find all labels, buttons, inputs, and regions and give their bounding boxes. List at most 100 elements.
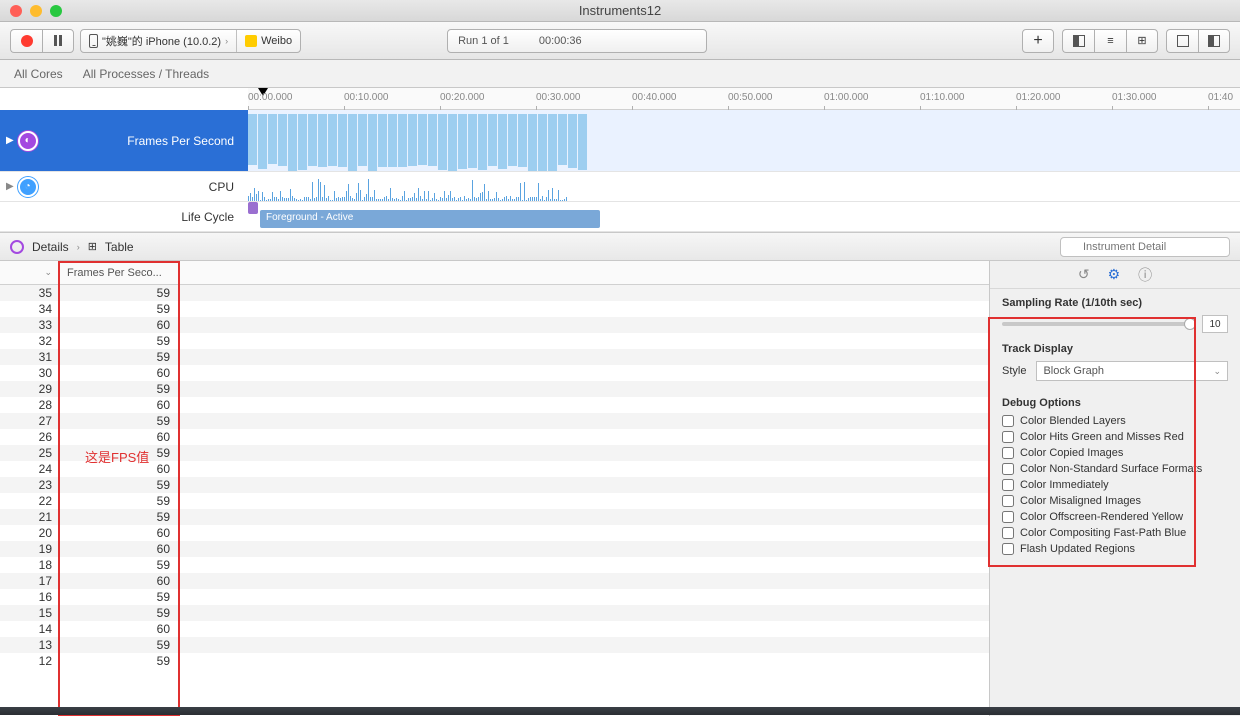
row-fps: 60: [58, 430, 178, 444]
table-row[interactable]: 3559: [0, 285, 989, 301]
table-row[interactable]: 1259: [0, 653, 989, 669]
table-header: ⌄ Frames Per Seco...: [0, 261, 989, 285]
style-select[interactable]: Block Graph⌄: [1036, 361, 1228, 381]
row-fps: 60: [58, 398, 178, 412]
sampling-value[interactable]: 10: [1202, 315, 1228, 333]
checkbox[interactable]: [1002, 495, 1014, 507]
panel-left-icon[interactable]: [1166, 29, 1198, 53]
close-icon[interactable]: [10, 5, 22, 17]
checkbox[interactable]: [1002, 543, 1014, 555]
checkbox[interactable]: [1002, 527, 1014, 539]
cpu-spike: [546, 197, 547, 201]
track-cpu[interactable]: ▶◔ CPU: [0, 172, 1240, 202]
table-row[interactable]: 1760: [0, 573, 989, 589]
checkbox[interactable]: [1002, 463, 1014, 475]
table-crumb[interactable]: Table: [105, 240, 134, 254]
table-row[interactable]: 2259: [0, 493, 989, 509]
fps-bar: [348, 114, 357, 171]
cpu-spike: [500, 200, 501, 201]
filter-processes[interactable]: All Processes / Threads: [83, 67, 210, 81]
cpu-spike: [264, 197, 265, 201]
debug-option[interactable]: Color Copied Images: [1002, 447, 1228, 459]
debug-option[interactable]: Color Offscreen-Rendered Yellow: [1002, 511, 1228, 523]
table-row[interactable]: 1359: [0, 637, 989, 653]
fps-bar: [538, 114, 547, 171]
table-row[interactable]: 1559: [0, 605, 989, 621]
view-list-icon[interactable]: ≡: [1094, 29, 1126, 53]
inspector-tabs: ↺ ⚙ ⓘ: [990, 261, 1240, 289]
search-input[interactable]: [1060, 237, 1230, 257]
inspector-pane: ↺ ⚙ ⓘ Sampling Rate (1/10th sec) 10 Trac…: [990, 261, 1240, 716]
debug-option[interactable]: Color Misaligned Images: [1002, 495, 1228, 507]
time-ruler[interactable]: 00:00.00000:10.00000:20.00000:30.00000:4…: [248, 88, 1240, 110]
table-row[interactable]: 2359: [0, 477, 989, 493]
cpu-spike: [446, 198, 447, 201]
add-button[interactable]: +: [1022, 29, 1054, 53]
table-row[interactable]: 3459: [0, 301, 989, 317]
cpu-spike: [526, 200, 527, 201]
track-fps[interactable]: ▶◐ Frames Per Second: [0, 110, 1240, 172]
sort-icon[interactable]: ⌄: [44, 267, 52, 278]
row-index: 15: [0, 606, 58, 620]
fps-bar: [508, 114, 517, 166]
cpu-spike: [390, 188, 391, 201]
checkbox[interactable]: [1002, 431, 1014, 443]
target-selector[interactable]: "姚巍"的 iPhone (10.0.2)› Weibo: [80, 29, 301, 53]
checkbox[interactable]: [1002, 511, 1014, 523]
table-row[interactable]: 2759: [0, 413, 989, 429]
checkbox[interactable]: [1002, 479, 1014, 491]
cpu-spike: [444, 191, 445, 201]
gear-icon[interactable]: ⚙: [1108, 266, 1121, 283]
table-row[interactable]: 2860: [0, 397, 989, 413]
table-row[interactable]: 3360: [0, 317, 989, 333]
debug-option[interactable]: Color Non-Standard Surface Formats: [1002, 463, 1228, 475]
filter-cores[interactable]: All Cores: [14, 67, 63, 81]
minimize-icon[interactable]: [30, 5, 42, 17]
row-index: 21: [0, 510, 58, 524]
table-row[interactable]: 1859: [0, 557, 989, 573]
debug-option[interactable]: Color Immediately: [1002, 479, 1228, 491]
ruler-tick: 01:30.000: [1112, 92, 1157, 103]
table-row[interactable]: 1960: [0, 541, 989, 557]
debug-option[interactable]: Flash Updated Regions: [1002, 543, 1228, 555]
cpu-spike: [548, 190, 549, 201]
cpu-spike: [298, 200, 299, 202]
cpu-spike: [520, 183, 521, 201]
cpu-spike: [434, 193, 435, 201]
table-row[interactable]: 2159: [0, 509, 989, 525]
table-row[interactable]: 3060: [0, 365, 989, 381]
info-icon[interactable]: ⓘ: [1138, 265, 1152, 285]
debug-option[interactable]: Color Hits Green and Misses Red: [1002, 431, 1228, 443]
record-button[interactable]: [10, 29, 42, 53]
details-crumb[interactable]: Details: [32, 240, 69, 254]
history-icon[interactable]: ↺: [1078, 266, 1090, 283]
table-row[interactable]: 1659: [0, 589, 989, 605]
col-fps-header[interactable]: Frames Per Seco...: [58, 261, 178, 284]
sampling-slider[interactable]: [1002, 322, 1196, 326]
cpu-spike: [290, 189, 291, 201]
table-row[interactable]: 3159: [0, 349, 989, 365]
debug-option[interactable]: Color Blended Layers: [1002, 415, 1228, 427]
fps-bar: [518, 114, 527, 167]
table-row[interactable]: 3259: [0, 333, 989, 349]
panel-right-icon[interactable]: [1198, 29, 1230, 53]
table-row[interactable]: 2959: [0, 381, 989, 397]
table-row[interactable]: 1460: [0, 621, 989, 637]
fps-bar: [428, 114, 437, 166]
track-lifecycle[interactable]: Life Cycle Foreground - Active: [0, 202, 1240, 232]
checkbox[interactable]: [1002, 415, 1014, 427]
cpu-spike: [396, 198, 397, 201]
table-row[interactable]: 2060: [0, 525, 989, 541]
pause-button[interactable]: [42, 29, 74, 53]
cpu-spike: [308, 197, 309, 201]
zoom-icon[interactable]: [50, 5, 62, 17]
cpu-spike: [384, 197, 385, 201]
debug-option[interactable]: Color Compositing Fast-Path Blue: [1002, 527, 1228, 539]
checkbox[interactable]: [1002, 447, 1014, 459]
fps-bar: [408, 114, 417, 166]
view-grid-icon[interactable]: ⊞: [1126, 29, 1158, 53]
run-status[interactable]: Run 1 of 1 00:00:36: [447, 29, 707, 53]
cpu-spike: [498, 198, 499, 201]
view-strategy-icon[interactable]: [1062, 29, 1094, 53]
table-row[interactable]: 2660: [0, 429, 989, 445]
